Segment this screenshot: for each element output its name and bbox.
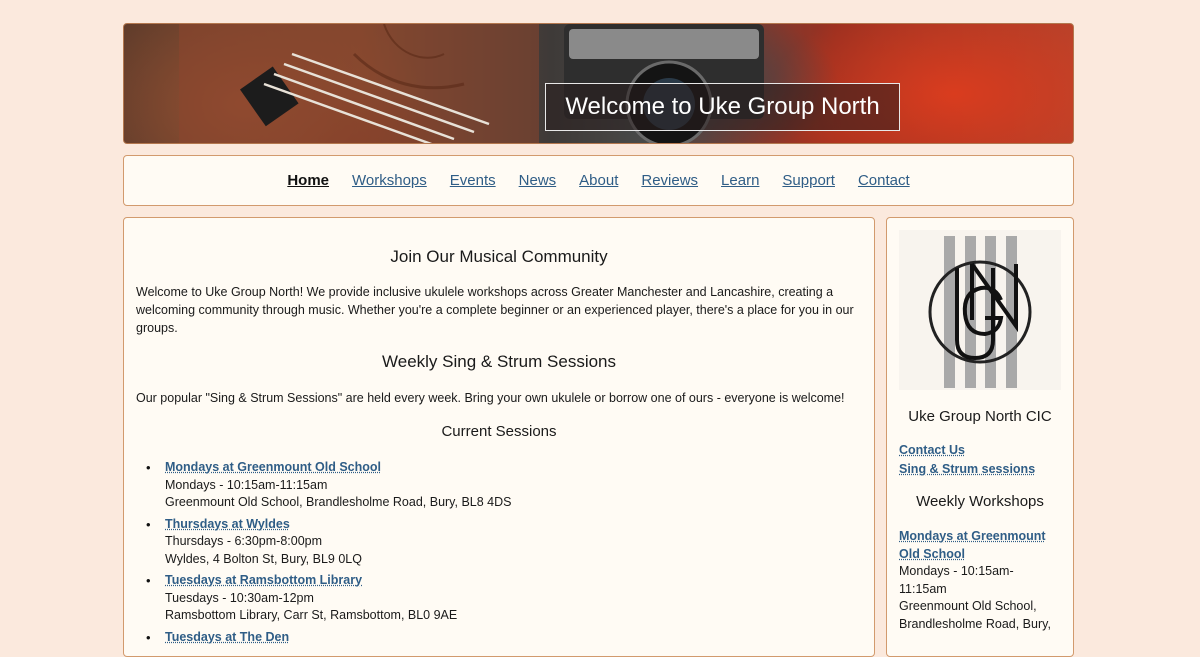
session-link[interactable]: Thursdays at Wyldes <box>165 517 290 531</box>
session-link[interactable]: Mondays at Greenmount Old School <box>165 460 381 474</box>
main-navigation: Home Workshops Events News About Reviews… <box>123 155 1074 206</box>
nav-about[interactable]: About <box>579 172 618 189</box>
session-link[interactable]: Tuesdays at The Den <box>165 630 289 644</box>
heading-join-community: Join Our Musical Community <box>136 247 862 267</box>
nav-contact[interactable]: Contact <box>858 172 910 189</box>
sidebar: Uke Group North CIC Contact Us Sing & St… <box>886 217 1074 657</box>
nav-learn[interactable]: Learn <box>721 172 759 189</box>
list-item: Mondays at Greenmount Old School Mondays… <box>156 459 862 512</box>
session-link[interactable]: Tuesdays at Ramsbottom Library <box>165 573 362 587</box>
intro-paragraph: Welcome to Uke Group North! We provide i… <box>136 283 862 337</box>
hero-title: Welcome to Uke Group North <box>545 83 900 131</box>
hero-banner: Welcome to Uke Group North <box>123 23 1074 144</box>
list-item: Thursdays at Wyldes Thursdays - 6:30pm-8… <box>156 516 862 569</box>
workshop-address: Greenmount Old School, Brandlesholme Roa… <box>899 598 1061 633</box>
main-content: Join Our Musical Community Welcome to Uk… <box>123 217 875 657</box>
session-time: Tuesdays - 10:30am-12pm <box>165 591 314 605</box>
logo <box>899 230 1061 390</box>
org-name: Uke Group North CIC <box>899 408 1061 425</box>
list-item: Tuesdays at The Den <box>156 629 862 647</box>
nav-news[interactable]: News <box>519 172 557 189</box>
contact-us-link[interactable]: Contact Us <box>899 443 1061 457</box>
ugn-logo-icon <box>899 230 1061 390</box>
sidebar-workshop: Mondays at Greenmount Old School Mondays… <box>899 528 1061 633</box>
sessions-paragraph: Our popular "Sing & Strum Sessions" are … <box>136 389 862 407</box>
session-address: Greenmount Old School, Brandlesholme Roa… <box>165 495 511 509</box>
session-time: Mondays - 10:15am-11:15am <box>165 478 327 492</box>
nav-events[interactable]: Events <box>450 172 496 189</box>
sing-strum-link[interactable]: Sing & Strum sessions <box>899 462 1061 476</box>
heading-weekly-sessions: Weekly Sing & Strum Sessions <box>136 352 862 372</box>
sidebar-links: Contact Us Sing & Strum sessions <box>899 443 1061 476</box>
session-address: Ramsbottom Library, Carr St, Ramsbottom,… <box>165 608 457 622</box>
sessions-list: Mondays at Greenmount Old School Mondays… <box>156 459 862 646</box>
workshop-time: Mondays - 10:15am-11:15am <box>899 563 1061 598</box>
nav-home[interactable]: Home <box>287 172 329 189</box>
weekly-workshops-heading: Weekly Workshops <box>899 493 1061 510</box>
nav-workshops[interactable]: Workshops <box>352 172 427 189</box>
nav-reviews[interactable]: Reviews <box>641 172 698 189</box>
workshop-link[interactable]: Mondays at Greenmount Old School <box>899 528 1061 563</box>
heading-current-sessions: Current Sessions <box>136 423 862 440</box>
list-item: Tuesdays at Ramsbottom Library Tuesdays … <box>156 572 862 625</box>
nav-support[interactable]: Support <box>782 172 835 189</box>
session-address: Wyldes, 4 Bolton St, Bury, BL9 0LQ <box>165 552 362 566</box>
session-time: Thursdays - 6:30pm-8:00pm <box>165 534 322 548</box>
